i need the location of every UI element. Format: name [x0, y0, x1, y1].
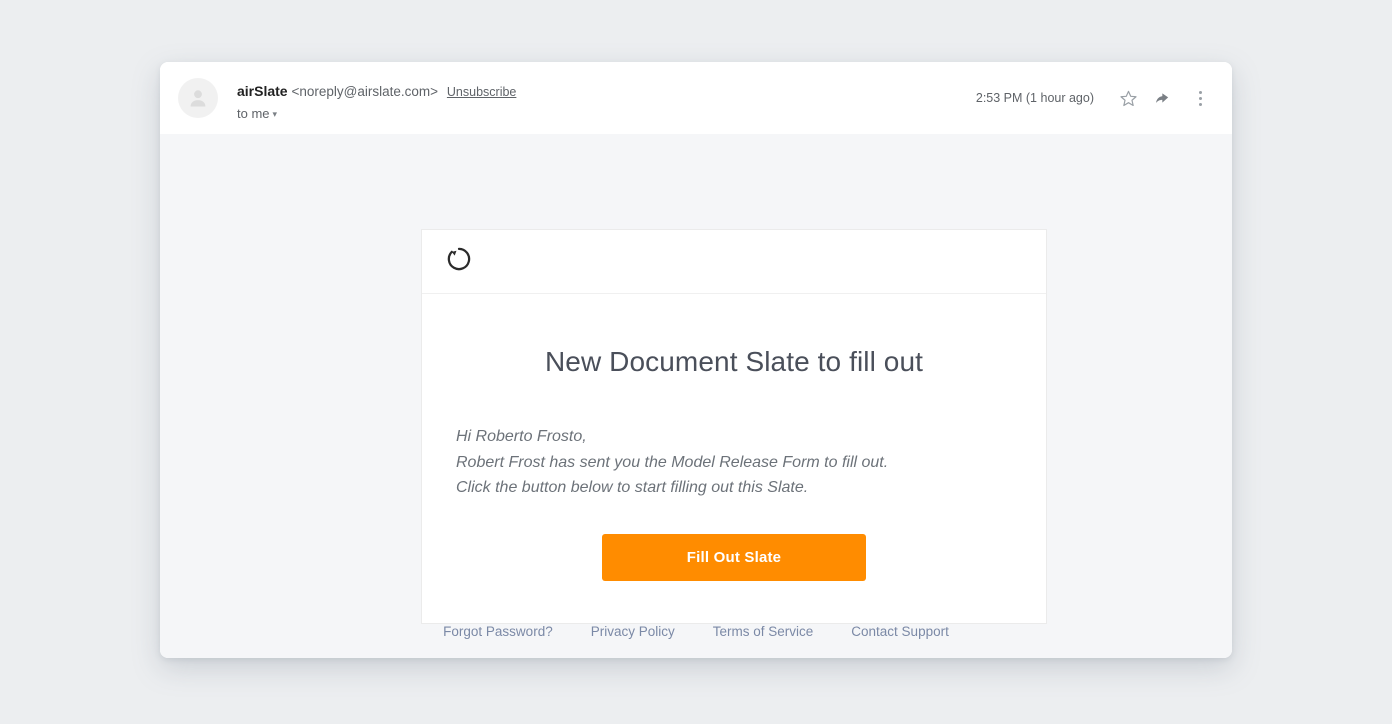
body-line-2: Robert Frost has sent you the Model Rele… [456, 450, 1014, 476]
body-line-3: Click the button below to start filling … [456, 475, 1014, 501]
cta-wrapper: Fill Out Slate [454, 534, 1014, 581]
sender-block: airSlate <noreply@airslate.com> Unsubscr… [237, 82, 516, 121]
footer-links: Forgot Password? Privacy Policy Terms of… [160, 624, 1232, 639]
chevron-down-icon[interactable]: ▾ [273, 109, 278, 120]
sender-name: airSlate [237, 83, 288, 99]
airslate-circular-arrow-logo [444, 244, 474, 279]
more-options-icon[interactable] [1182, 80, 1218, 116]
card-content: New Document Slate to fill out Hi Robert… [422, 294, 1046, 623]
star-icon[interactable] [1110, 80, 1146, 116]
body-text: Hi Roberto Frosto, Robert Frost has sent… [454, 424, 1014, 501]
person-avatar-icon [186, 86, 210, 110]
footer-link-contact-support[interactable]: Contact Support [851, 624, 949, 639]
sender-line: airSlate <noreply@airslate.com> Unsubscr… [237, 82, 516, 101]
body-line-1: Hi Roberto Frosto, [456, 424, 1014, 450]
email-card: New Document Slate to fill out Hi Robert… [421, 229, 1047, 624]
email-window: airSlate <noreply@airslate.com> Unsubscr… [160, 62, 1232, 658]
email-body: New Document Slate to fill out Hi Robert… [160, 134, 1232, 658]
footer-link-forgot-password[interactable]: Forgot Password? [443, 624, 553, 639]
more-options-dots [1199, 91, 1202, 106]
footer-link-terms-of-service[interactable]: Terms of Service [713, 624, 814, 639]
timestamp: 2:53 PM (1 hour ago) [976, 91, 1094, 105]
header-actions: 2:53 PM (1 hour ago) [976, 80, 1218, 116]
email-footer: Forgot Password? Privacy Policy Terms of… [160, 624, 1232, 658]
reply-arrow-icon[interactable] [1146, 80, 1182, 116]
recipient-line[interactable]: to me▾ [237, 106, 516, 121]
unsubscribe-link[interactable]: Unsubscribe [447, 85, 516, 99]
avatar [178, 78, 218, 118]
footer-link-privacy-policy[interactable]: Privacy Policy [591, 624, 675, 639]
fill-out-slate-button[interactable]: Fill Out Slate [602, 534, 866, 581]
recipient-label: to me [237, 106, 270, 121]
sender-email: <noreply@airslate.com> [291, 84, 438, 99]
card-logo-bar [422, 230, 1046, 294]
mail-header: airSlate <noreply@airslate.com> Unsubscr… [160, 62, 1232, 134]
page-title: New Document Slate to fill out [454, 346, 1014, 378]
